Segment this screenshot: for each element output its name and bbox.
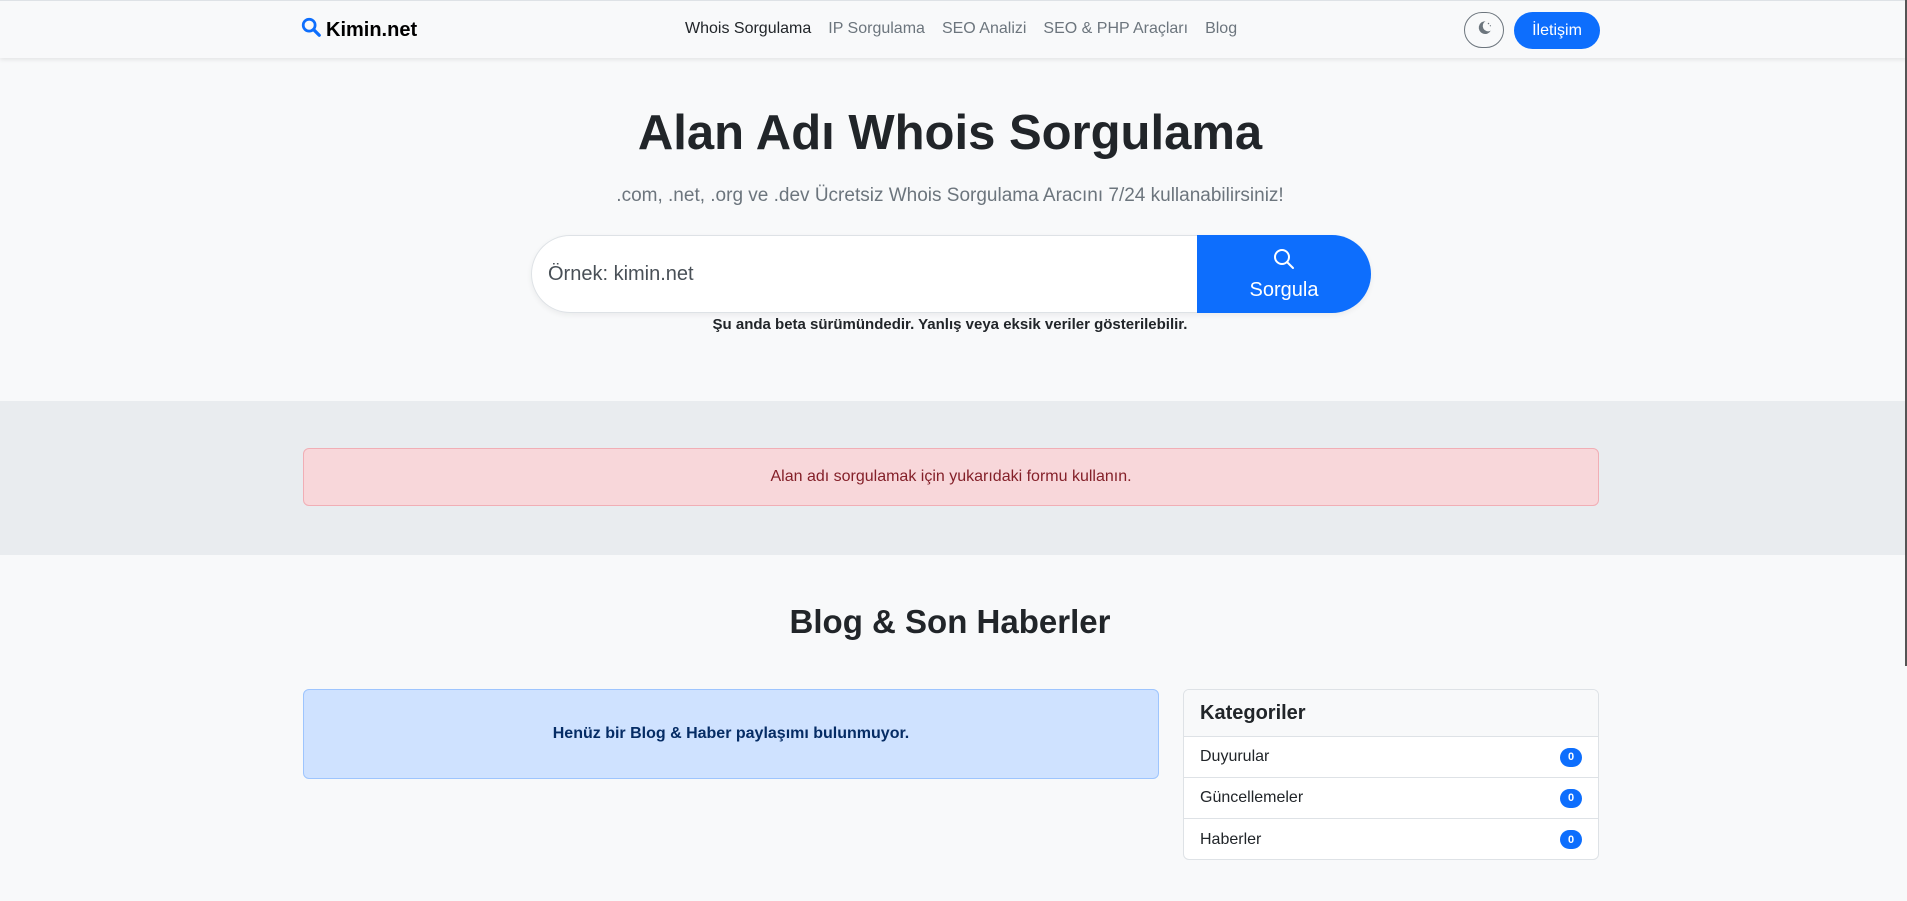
search-form: Sorgula (531, 235, 1371, 313)
nav-link-whois[interactable]: Whois Sorgulama (685, 20, 811, 38)
categories-title: Kategoriler (1184, 690, 1598, 737)
search-icon (1272, 247, 1296, 279)
search-button-label: Sorgula (1249, 278, 1319, 301)
theme-toggle-button[interactable] (1464, 12, 1504, 48)
nav-menu: Whois Sorgulama IP Sorgulama SEO Analizi… (685, 20, 1237, 38)
brand-name: Kimin.net (326, 18, 418, 41)
category-count-badge: 0 (1560, 788, 1582, 808)
category-label: Duyurular (1200, 748, 1270, 765)
categories-card: Kategoriler Duyurular 0 Güncellemeler 0 … (1183, 689, 1599, 860)
brand-logo[interactable]: Kimin.net (300, 16, 417, 44)
blog-empty-alert: Henüz bir Blog & Haber paylaşımı bulunmu… (303, 689, 1159, 779)
category-item-haberler[interactable]: Haberler 0 (1184, 819, 1598, 859)
search-icon (300, 16, 322, 44)
info-alert: Alan adı sorgulamak için yukarıdaki form… (303, 448, 1599, 506)
beta-notice: Şu anda beta sürümündedir. Yanlış veya e… (712, 316, 1188, 333)
page-title: Alan Adı Whois Sorgulama (637, 106, 1263, 160)
page-subtitle: .com, .net, .org ve .dev Ücretsiz Whois … (616, 185, 1284, 206)
nav-link-blog[interactable]: Blog (1205, 20, 1237, 38)
moon-icon (1475, 19, 1493, 42)
category-item-guncellemeler[interactable]: Güncellemeler 0 (1184, 778, 1598, 819)
category-label: Haberler (1200, 830, 1262, 848)
category-count-badge: 0 (1560, 747, 1582, 767)
nav-link-ip[interactable]: IP Sorgulama (828, 20, 925, 38)
nav-link-seo[interactable]: SEO Analizi (942, 20, 1026, 38)
category-item-duyurular[interactable]: Duyurular 0 (1184, 737, 1598, 778)
search-button[interactable]: Sorgula (1197, 235, 1371, 313)
nav-link-tools[interactable]: SEO & PHP Araçları (1043, 20, 1188, 38)
domain-search-input[interactable] (531, 235, 1201, 313)
blog-section-title: Blog & Son Haberler (789, 603, 1111, 640)
category-label: Güncellemeler (1200, 789, 1304, 806)
contact-button[interactable]: İletişim (1514, 12, 1600, 49)
navbar: Kimin.net Whois Sorgulama IP Sorgulama S… (0, 0, 1907, 58)
category-count-badge: 0 (1560, 830, 1582, 849)
